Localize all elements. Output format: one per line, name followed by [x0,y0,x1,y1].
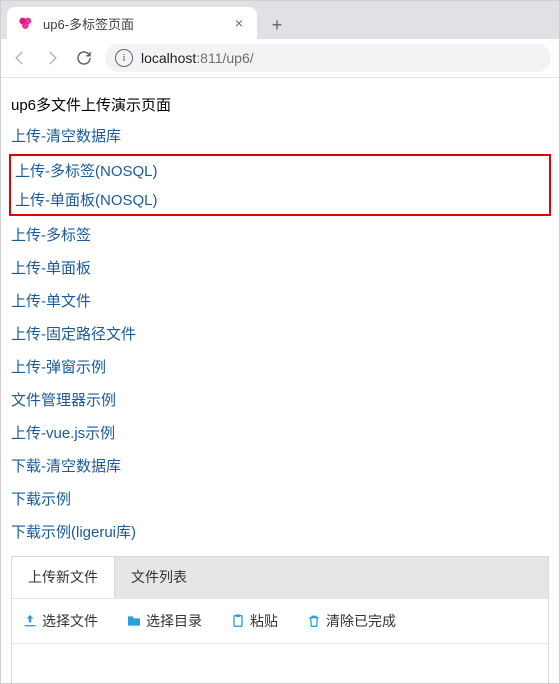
browser-tab[interactable]: up6-多标签页面 × [7,7,257,39]
demo-link[interactable]: 下载示例 [9,482,551,515]
upload-icon [22,613,38,629]
link-list: 上传-清空数据库上传-多标签(NOSQL)上传-单面板(NOSQL)上传-多标签… [9,119,551,548]
demo-link[interactable]: 上传-多标签 [9,218,551,251]
paste-button[interactable]: 粘贴 [230,611,278,631]
clipboard-icon [230,613,246,629]
site-info-icon[interactable]: i [115,49,133,67]
demo-link[interactable]: 文件管理器示例 [9,383,551,416]
upload-tabs: 上传新文件 文件列表 [12,557,548,598]
url-port: :811 [196,50,222,66]
upload-drop-area[interactable] [12,643,548,683]
demo-link[interactable]: 上传-弹窗示例 [9,350,551,383]
demo-link[interactable]: 上传-单文件 [9,284,551,317]
select-dir-button[interactable]: 选择目录 [126,611,202,631]
page-title: up6多文件上传演示页面 [11,94,551,115]
url-path: /up6/ [222,50,253,66]
tab-file-list[interactable]: 文件列表 [114,557,548,598]
close-icon[interactable]: × [231,15,247,31]
demo-link[interactable]: 上传-单面板(NOSQL) [13,185,547,214]
demo-link[interactable]: 上传-多标签(NOSQL) [13,156,547,185]
upload-action-bar: 选择文件 选择目录 粘贴 清除已完成 [12,598,548,643]
demo-link[interactable]: 下载-清空数据库 [9,449,551,482]
upload-widget: 上传新文件 文件列表 选择文件 选择目录 粘贴 清除已完成 [11,556,549,683]
folder-icon [126,613,142,629]
tab-strip: up6-多标签页面 × + [1,1,559,39]
tab-title: up6-多标签页面 [43,14,223,33]
demo-link[interactable]: 上传-单面板 [9,251,551,284]
back-button[interactable] [9,47,31,69]
forward-button[interactable] [41,47,63,69]
demo-link[interactable]: 上传-清空数据库 [9,119,551,152]
new-tab-button[interactable]: + [263,11,291,39]
browser-toolbar: i localhost:811/up6/ [1,39,559,78]
favicon-icon [17,14,35,32]
browser-window: up6-多标签页面 × + i localhost:811/up6/ up6多文… [0,0,560,684]
select-file-button[interactable]: 选择文件 [22,611,98,631]
clear-done-button[interactable]: 清除已完成 [306,611,396,631]
demo-link[interactable]: 下载示例(ligerui库) [9,515,551,548]
tab-upload-new[interactable]: 上传新文件 [12,557,114,598]
address-bar[interactable]: i localhost:811/up6/ [105,44,551,72]
page-content: up6多文件上传演示页面 上传-清空数据库上传-多标签(NOSQL)上传-单面板… [1,78,559,683]
demo-link[interactable]: 上传-vue.js示例 [9,416,551,449]
trash-icon [306,613,322,629]
url-host: localhost [141,50,196,66]
demo-link[interactable]: 上传-固定路径文件 [9,317,551,350]
reload-button[interactable] [73,47,95,69]
highlight-box: 上传-多标签(NOSQL)上传-单面板(NOSQL) [9,154,551,216]
